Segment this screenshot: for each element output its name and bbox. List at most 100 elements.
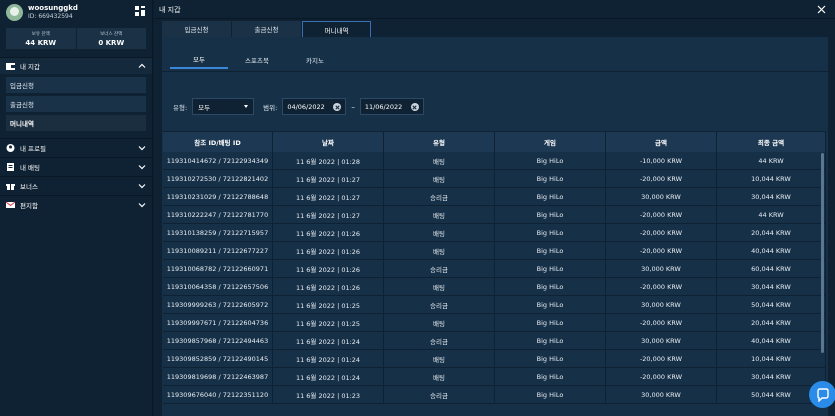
- table-cell: 40,044 KRW: [717, 332, 826, 349]
- table-cell: 119309997671 / 72122604736: [163, 314, 273, 331]
- table-row[interactable]: 119310064358 / 72122657506 11 6월 2022 | 0…: [163, 278, 826, 296]
- caret-down-icon: [244, 105, 249, 108]
- subtab-casino[interactable]: 카지노: [286, 51, 344, 69]
- table-cell: Big HiLo: [495, 386, 606, 403]
- tab-withdraw[interactable]: 출금신청: [232, 21, 301, 37]
- subtab-sportsbook[interactable]: 스포츠북: [228, 51, 286, 69]
- table-cell: 배팅: [384, 314, 495, 331]
- table-cell: 30,000 KRW: [606, 260, 717, 277]
- sidebar-item-profile-label: 내 프로필: [20, 145, 46, 153]
- table-cell: 11 6월 2022 | 01:27: [273, 206, 384, 223]
- table-row[interactable]: 119310068782 / 72122660971 11 6월 2022 | 0…: [163, 260, 826, 278]
- chevron-down-icon: [138, 165, 146, 170]
- sidebar-item-wallet[interactable]: 내 지갑: [0, 57, 152, 74]
- filter-bar: 유형: 모두 범위: 04/06/2022 – 11/06/2022: [173, 98, 424, 115]
- column-header: 금액: [606, 132, 717, 152]
- table-cell: 11 6월 2022 | 01:24: [273, 332, 384, 349]
- table-cell: 11 6월 2022 | 01:23: [273, 386, 384, 403]
- type-select-value: 모두: [198, 103, 211, 112]
- sidebar-item-mail-label: 편지함: [20, 202, 38, 210]
- table-row[interactable]: 119309819698 / 72122463987 11 6월 2022 | 0…: [163, 368, 826, 386]
- table-cell: 승리금: [384, 332, 495, 349]
- table-row[interactable]: 119309999263 / 72122605972 11 6월 2022 | 0…: [163, 296, 826, 314]
- type-label: 유형:: [173, 103, 188, 112]
- tab-history[interactable]: 머니내역: [302, 21, 371, 37]
- table-row[interactable]: 119310089211 / 72122677227 11 6월 2022 | 0…: [163, 242, 826, 260]
- table-cell: 11 6월 2022 | 01:28: [273, 152, 384, 169]
- column-header: 최종 금액: [717, 132, 826, 152]
- chat-button[interactable]: [809, 381, 835, 408]
- table-cell: 배팅: [384, 152, 495, 169]
- table-cell: Big HiLo: [495, 260, 606, 277]
- table-cell: -20,000 KRW: [606, 206, 717, 223]
- table-cell: 배팅: [384, 350, 495, 367]
- range-label: 범위:: [263, 103, 278, 112]
- sidebar-item-withdraw[interactable]: 출금신청: [6, 96, 146, 112]
- table-row[interactable]: 119310272530 / 72122821402 11 6월 2022 | 0…: [163, 170, 826, 188]
- table-cell: Big HiLo: [495, 224, 606, 241]
- table-cell: 11 6월 2022 | 01:24: [273, 368, 384, 385]
- table-row[interactable]: 119310138259 / 72122715957 11 6월 2022 | 0…: [163, 224, 826, 242]
- avatar[interactable]: [6, 3, 23, 21]
- table-row[interactable]: 119309997671 / 72122604736 11 6월 2022 | 0…: [163, 314, 826, 332]
- table-cell: Big HiLo: [495, 296, 606, 313]
- table-cell: 11 6월 2022 | 01:26: [273, 242, 384, 259]
- clear-icon[interactable]: [410, 103, 419, 111]
- table-cell: -10,000 KRW: [606, 152, 717, 169]
- sidebar-item-profile[interactable]: 내 프로필: [0, 138, 152, 157]
- sidebar-item-history[interactable]: 머니내역: [6, 115, 146, 131]
- table-row[interactable]: 119309852859 / 72122490145 11 6월 2022 | 0…: [163, 350, 826, 368]
- scrollbar[interactable]: [821, 153, 824, 353]
- table-cell: 119309852859 / 72122490145: [163, 350, 273, 367]
- type-select[interactable]: 모두: [192, 98, 255, 115]
- table-cell: 20,044 KRW: [717, 314, 826, 331]
- table-cell: -20,000 KRW: [606, 278, 717, 295]
- sidebar-item-betting[interactable]: 내 배팅: [0, 157, 152, 176]
- table-cell: Big HiLo: [495, 314, 606, 331]
- column-header: 유형: [384, 132, 495, 152]
- table-cell: -20,000 KRW: [606, 368, 717, 385]
- bonus-balance: 보너스 잔액 0 KRW: [75, 28, 147, 49]
- main-balance-value: 44 KRW: [25, 39, 57, 47]
- clear-icon[interactable]: [333, 103, 342, 111]
- bonus-balance-value: 0 KRW: [98, 39, 125, 47]
- table-cell: 119310414672 / 72122934349: [163, 152, 273, 169]
- table-cell: -20,000 KRW: [606, 350, 717, 367]
- close-icon[interactable]: [817, 5, 826, 14]
- table-cell: 119309999263 / 72122605972: [163, 296, 273, 313]
- date-to-value: 11/06/2022: [364, 102, 403, 111]
- main-balance: 보유 잔액 44 KRW: [6, 28, 76, 49]
- table-cell: 119310089211 / 72122677227: [163, 242, 273, 259]
- table-cell: 44 KRW: [717, 206, 826, 223]
- table-row[interactable]: 119310414672 / 72122934349 11 6월 2022 | 0…: [163, 152, 826, 170]
- table-cell: Big HiLo: [495, 242, 606, 259]
- table-cell: 11 6월 2022 | 01:25: [273, 296, 384, 313]
- username: woosunggkd: [28, 4, 78, 12]
- table-cell: Big HiLo: [495, 278, 606, 295]
- user-id: ID: 669432594: [28, 13, 73, 20]
- table-row[interactable]: 119309857968 / 72122494463 11 6월 2022 | 0…: [163, 332, 826, 350]
- table-cell: 10,044 KRW: [717, 170, 826, 187]
- subtab-all[interactable]: 모두: [170, 51, 228, 69]
- dashboard-icon[interactable]: [135, 6, 145, 16]
- table-row[interactable]: 119310222247 / 72122781770 11 6월 2022 | 0…: [163, 206, 826, 224]
- date-to-input[interactable]: 11/06/2022: [359, 98, 424, 115]
- sidebar-item-deposit[interactable]: 입금신청: [6, 77, 146, 93]
- tab-deposit[interactable]: 입금신청: [162, 21, 231, 37]
- table-row[interactable]: 119309676040 / 72122351120 11 6월 2022 | 0…: [163, 386, 826, 404]
- table-cell: 11 6월 2022 | 01:26: [273, 278, 384, 295]
- table-cell: -20,000 KRW: [606, 170, 717, 187]
- sidebar-item-bonus[interactable]: 보너스: [0, 176, 152, 195]
- column-header: 게임: [495, 132, 606, 152]
- date-from-value: 04/06/2022: [287, 102, 325, 111]
- table-cell: 119310068782 / 72122660971: [163, 260, 273, 277]
- sidebar-item-mail[interactable]: 편지함: [0, 195, 152, 214]
- date-from-input[interactable]: 04/06/2022: [282, 98, 347, 115]
- table-header: 참조 ID/배팅 ID 날짜 유형 게임 금액 최종 금액: [163, 131, 826, 152]
- table-cell: Big HiLo: [495, 170, 606, 187]
- table-row[interactable]: 119310231029 / 72122788648 11 6월 2022 | 0…: [163, 188, 826, 206]
- table-cell: 11 6월 2022 | 01:25: [273, 314, 384, 331]
- divider: [162, 71, 828, 72]
- chevron-down-icon: [138, 184, 146, 189]
- chevron-down-icon: [138, 203, 146, 208]
